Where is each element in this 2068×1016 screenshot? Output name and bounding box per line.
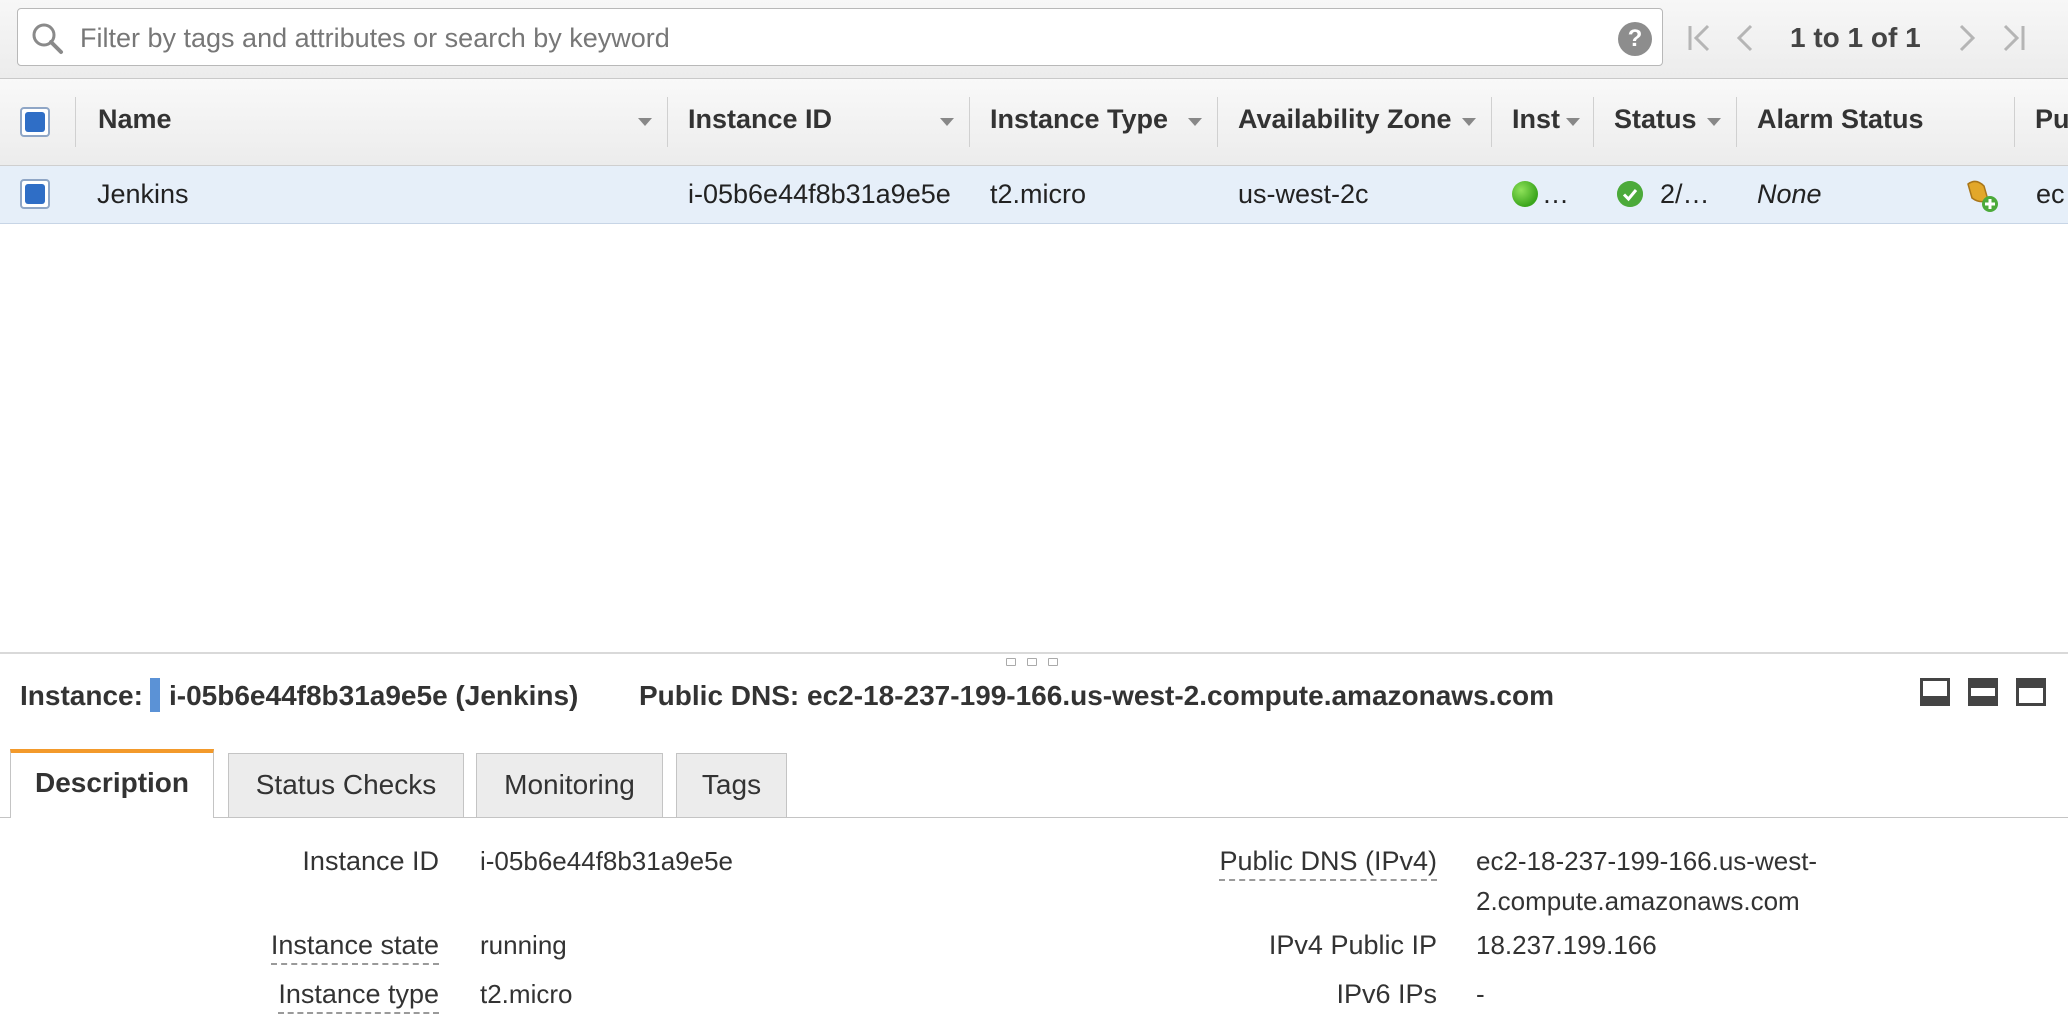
instance-label: Instance: [20, 680, 143, 711]
field-label-instance-type[interactable]: Instance type [278, 979, 439, 1014]
sort-caret-icon[interactable] [1707, 118, 1721, 126]
sort-caret-icon[interactable] [1566, 118, 1580, 126]
search-icon [32, 23, 63, 54]
column-header-status[interactable]: Status [1594, 79, 1737, 165]
select-all-checkbox[interactable] [20, 107, 50, 137]
column-header-availability-zone-label: Availability Zone [1238, 104, 1452, 134]
cell-public-dns: ec [2036, 179, 2065, 209]
row-select-checkbox[interactable] [20, 179, 50, 209]
field-label-ipv4-public-ip: IPv4 Public IP [1268, 930, 1437, 960]
pagination-range: 1 to 1 of 1 [1790, 22, 1921, 53]
field-label-public-dns[interactable]: Public DNS (IPv4) [1219, 846, 1437, 881]
field-value-public-dns-line2: 2.compute.amazonaws.com [1476, 886, 1800, 916]
column-header-public-dns[interactable]: Pu [2015, 79, 2068, 165]
instance-id-name: i-05b6e44f8b31a9e5e (Jenkins) [169, 680, 579, 711]
field-value-ipv6-ips: - [1476, 979, 1485, 1009]
sort-caret-icon[interactable] [638, 118, 652, 126]
field-value-instance-id: i-05b6e44f8b31a9e5e [480, 846, 734, 876]
column-header-name[interactable]: Name [78, 79, 668, 165]
detail-tabs: Description Status Checks Monitoring Tag… [0, 749, 2068, 818]
tab-description[interactable]: Description [10, 749, 214, 818]
previous-page-icon[interactable] [1725, 18, 1765, 58]
column-header-instance-state-label: Inst [1512, 104, 1561, 134]
tab-status-checks[interactable]: Status Checks [228, 753, 464, 817]
column-header-instance-id-label: Instance ID [688, 104, 833, 134]
instance-detail-header: Instance: i-05b6e44f8b31a9e5e (Jenkins) … [0, 670, 2068, 720]
cell-instance-type: t2.micro [990, 179, 1087, 209]
column-header-name-label: Name [98, 104, 172, 134]
table-row[interactable]: Jenkins i-05b6e44f8b31a9e5e t2.micro us-… [0, 166, 2068, 224]
column-header-instance-type[interactable]: Instance Type [970, 79, 1218, 165]
field-label-instance-id: Instance ID [302, 846, 439, 876]
field-value-instance-type: t2.micro [480, 979, 573, 1009]
layout-full-panel-icon[interactable] [2016, 678, 2046, 706]
tab-monitoring[interactable]: Monitoring [476, 753, 663, 817]
column-header-public-dns-label: Pu [2035, 104, 2068, 134]
filter-toolbar: ? 1 to 1 of 1 [0, 0, 2068, 79]
field-label-instance-state[interactable]: Instance state [270, 930, 439, 965]
column-header-status-label: Status [1614, 104, 1697, 134]
filter-search-box[interactable]: ? [17, 8, 1663, 66]
splitter-grip-icon[interactable] [1027, 658, 1037, 666]
next-page-icon[interactable] [1947, 18, 1987, 58]
cell-availability-zone: us-west-2c [1238, 179, 1369, 209]
column-header-instance-state[interactable]: Inst [1492, 79, 1594, 165]
last-page-icon[interactable] [1993, 18, 2033, 58]
cell-alarm-status: None [1757, 179, 1822, 209]
cell-instance-id: i-05b6e44f8b31a9e5e [688, 179, 951, 209]
cell-status: 2/… [1660, 179, 1710, 209]
instance-color-marker [150, 678, 160, 712]
select-all-column [0, 79, 76, 165]
field-value-instance-state: running [480, 930, 567, 960]
field-value-ipv4-public-ip: 18.237.199.166 [1476, 930, 1657, 960]
instances-table-header: Name Instance ID Instance Type Availabil… [0, 79, 2068, 166]
splitter-grip-icon[interactable] [1048, 658, 1058, 666]
column-divider [75, 97, 76, 147]
column-header-availability-zone[interactable]: Availability Zone [1218, 79, 1492, 165]
filter-search-input[interactable] [78, 17, 1602, 59]
public-dns-header: Public DNS: ec2-18-237-199-166.us-west-2… [639, 680, 1555, 711]
layout-split-panel-icon[interactable] [1968, 678, 1998, 706]
tab-tags[interactable]: Tags [676, 753, 787, 817]
field-label-ipv6-ips: IPv6 IPs [1336, 979, 1437, 1009]
column-header-alarm-status-label: Alarm Status [1757, 104, 1924, 134]
status-check-passed-icon [1617, 181, 1643, 207]
sort-caret-icon[interactable] [940, 118, 954, 126]
layout-bottom-panel-icon[interactable] [1920, 678, 1950, 706]
pane-splitter[interactable] [0, 652, 2068, 654]
running-state-icon [1512, 181, 1538, 207]
help-icon[interactable]: ? [1618, 22, 1652, 56]
sort-caret-icon[interactable] [1462, 118, 1476, 126]
first-page-icon[interactable] [1680, 18, 1720, 58]
column-header-instance-id[interactable]: Instance ID [668, 79, 970, 165]
column-header-instance-type-label: Instance Type [990, 104, 1169, 134]
splitter-grip-icon[interactable] [1006, 658, 1016, 666]
cell-name: Jenkins [97, 179, 189, 209]
sort-caret-icon[interactable] [1188, 118, 1202, 126]
table-empty-space [0, 224, 2068, 652]
cell-instance-state: … [1542, 179, 1569, 209]
field-value-public-dns-line1: ec2-18-237-199-166.us-west- [1476, 846, 1818, 876]
add-alarm-bell-icon[interactable] [1962, 176, 2000, 214]
column-header-alarm-status[interactable]: Alarm Status [1737, 79, 2015, 165]
